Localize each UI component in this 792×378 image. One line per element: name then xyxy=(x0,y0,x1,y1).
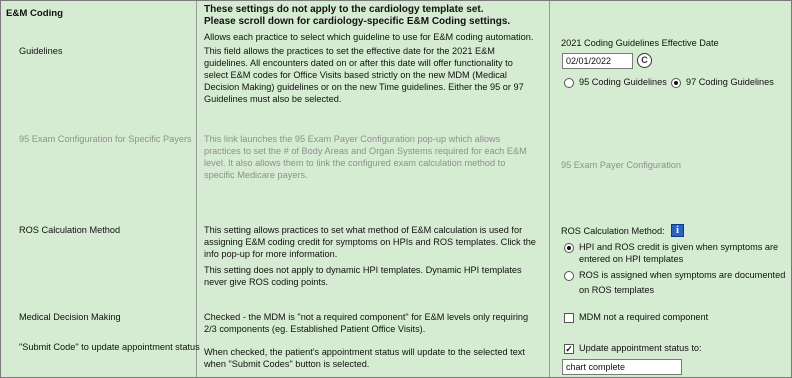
exam-config-label: 95 Exam Configuration for Specific Payer… xyxy=(19,134,192,144)
ros-option-1-line-2: entered on HPI templates xyxy=(579,254,684,264)
exam-config-desc-1: This link launches the 95 Exam Payer Con… xyxy=(204,134,501,144)
radio-95-guidelines[interactable] xyxy=(564,78,574,88)
ros-desc2-1: This setting does not apply to dynamic H… xyxy=(204,265,522,275)
exam-config-desc-2: practices to set the # of Body Areas and… xyxy=(204,146,527,156)
exam-payer-config-link[interactable]: 95 Exam Payer Configuration xyxy=(561,160,681,172)
notice-line-1: These settings do not apply to the cardi… xyxy=(204,4,484,15)
guidelines-desc-3: select E&M codes for Office Visits based… xyxy=(204,70,507,80)
notice-line-2: Please scroll down for cardiology-specif… xyxy=(204,16,511,27)
submit-code-desc-2: when "Submit Codes" button is selected. xyxy=(204,359,370,369)
info-icon[interactable]: i xyxy=(671,224,684,237)
radio-ros-hpi[interactable] xyxy=(564,243,574,253)
column-divider xyxy=(549,1,550,377)
ros-option-1-line-1: HPI and ROS credit is given when symptom… xyxy=(579,242,779,252)
column-divider xyxy=(196,1,197,377)
guidelines-desc-4: Decision Making) guidelines or on the ne… xyxy=(204,82,524,92)
mdm-desc-2: 2/3 components (eg. Established Patient … xyxy=(204,324,426,334)
ros-desc-2: assigning E&M coding credit for symptoms… xyxy=(204,237,536,247)
ros-option-2-line-1: ROS is assigned when symptoms are docume… xyxy=(579,270,786,280)
update-status-checkbox[interactable]: ✓ xyxy=(564,344,574,354)
ros-desc2-2: never give ROS coding points. xyxy=(204,277,329,287)
ros-desc-3: info pop-up for more information. xyxy=(204,249,338,259)
section-title: E&M Coding xyxy=(6,8,64,19)
exam-config-desc-3: level. It also allows them to link the c… xyxy=(204,158,506,168)
ros-label: ROS Calculation Method xyxy=(19,225,121,235)
mdm-checkbox[interactable] xyxy=(564,313,574,323)
appointment-status-input[interactable] xyxy=(562,359,682,375)
ros-method-label: ROS Calculation Method: xyxy=(561,226,665,236)
ros-desc-1: This setting allows practices to set wha… xyxy=(204,225,523,235)
mdm-checkbox-label: MDM not a required component xyxy=(579,312,709,322)
guidelines-desc-5: Guidelines must also be selected. xyxy=(204,94,342,104)
mdm-desc-1: Checked - the MDM is "not a required com… xyxy=(204,312,529,322)
effective-date-label: 2021 Coding Guidelines Effective Date xyxy=(561,38,719,48)
update-status-label: Update appointment status to: xyxy=(579,343,702,353)
calendar-icon[interactable]: C xyxy=(637,53,652,68)
radio-95-label: 95 Coding Guidelines xyxy=(579,77,667,87)
ros-option-2-line-2: on ROS templates xyxy=(579,285,655,295)
exam-config-desc-4: specific Medicare payers. xyxy=(204,170,308,180)
effective-date-input[interactable] xyxy=(562,53,633,69)
guidelines-desc-2: guidelines. All encounters dated on or a… xyxy=(204,58,513,68)
radio-97-label: 97 Coding Guidelines xyxy=(686,77,774,87)
submit-code-desc-1: When checked, the patient's appointment … xyxy=(204,347,525,357)
em-coding-panel: E&M Coding These settings do not apply t… xyxy=(0,0,792,378)
submit-code-label: "Submit Code" to update appointment stat… xyxy=(19,342,200,352)
radio-97-guidelines[interactable] xyxy=(671,78,681,88)
mdm-label: Medical Decision Making xyxy=(19,312,121,322)
guidelines-desc-1: This field allows the practices to set t… xyxy=(204,46,495,56)
radio-ros-templates[interactable] xyxy=(564,271,574,281)
guidelines-intro: Allows each practice to select which gui… xyxy=(204,32,534,42)
guidelines-label: Guidelines xyxy=(19,46,63,56)
